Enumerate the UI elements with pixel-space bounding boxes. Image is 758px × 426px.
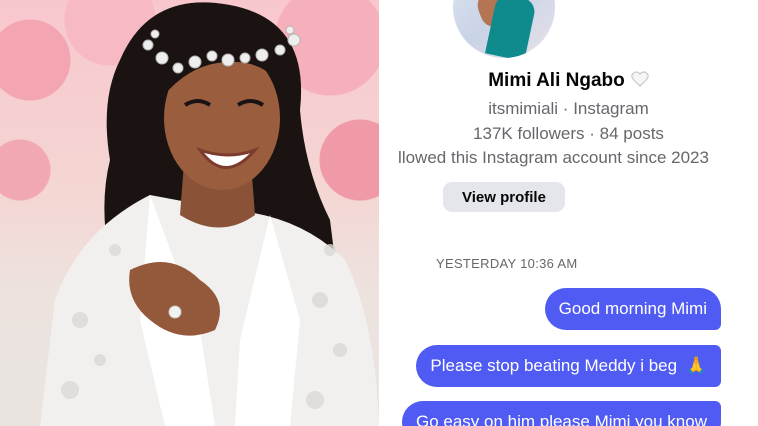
profile-stats: 137K followers · 84 posts — [473, 124, 664, 143]
bride-photo — [0, 0, 379, 426]
message-bubble[interactable]: Good morning Mimi — [544, 288, 721, 330]
profile-handle: itsmimiali · Instagram — [488, 99, 649, 118]
message-text: Good morning Mimi — [558, 299, 707, 318]
praying-hands-icon: 🙏 — [685, 356, 707, 375]
message-bubble[interactable]: Please stop beating Meddy i beg 🙏 — [416, 345, 721, 387]
view-profile-button[interactable]: View profile — [443, 182, 565, 212]
profile-avatar[interactable] — [453, 0, 555, 58]
chat-panel: Mimi Ali Ngabo itsmimiali · Instagram 13… — [379, 0, 758, 426]
message-text: Go easy on him please Mimi you know — [415, 412, 707, 426]
message-bubble[interactable]: Go easy on him please Mimi you know — [401, 401, 721, 426]
profile-name-row: Mimi Ali Ngabo — [379, 70, 758, 92]
profile-name: Mimi Ali Ngabo — [488, 70, 625, 91]
bride-illustration — [40, 2, 379, 426]
white-heart-icon — [631, 71, 649, 87]
message-text: Please stop beating Meddy i beg — [430, 356, 678, 375]
profile-follow-since: llowed this Instagram account since 2023 — [398, 148, 709, 167]
message-timestamp: YESTERDAY 10:36 AM — [436, 256, 578, 271]
